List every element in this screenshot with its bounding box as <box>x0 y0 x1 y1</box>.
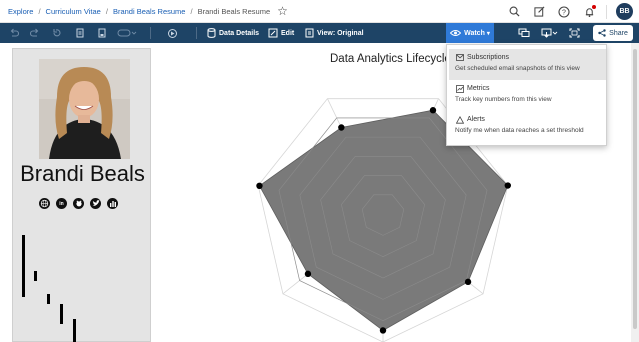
breadcrumb-separator: / <box>38 6 41 16</box>
help-icon[interactable]: ? <box>556 4 572 20</box>
radar-data-point[interactable] <box>464 278 472 286</box>
alert-triangle-icon <box>455 115 464 124</box>
watch-button[interactable]: Watch ▾ <box>446 23 494 43</box>
menu-item-description: Track key numbers from this view <box>455 96 552 103</box>
comments-icon[interactable] <box>518 23 530 43</box>
breadcrumb-curriculum-vitae[interactable]: Curriculum Vitae <box>46 7 101 16</box>
top-bar-actions: ? BB <box>506 3 633 20</box>
search-icon[interactable] <box>506 4 522 20</box>
view-toolbar: Data Details Edit View: Original Watch ▾… <box>0 23 639 43</box>
edit-label: Edit <box>281 29 295 37</box>
timeline-bar <box>60 304 63 324</box>
undo-icon[interactable] <box>9 23 19 43</box>
timeline-bar <box>73 319 76 342</box>
divider <box>150 27 151 39</box>
download-icon[interactable] <box>541 23 558 43</box>
breadcrumb-separator: / <box>105 6 108 16</box>
menu-item-description: Get scheduled email snapshots of this vi… <box>455 65 580 72</box>
divider <box>606 4 607 19</box>
timeline-bar <box>47 294 50 304</box>
eye-icon <box>450 30 462 36</box>
menu-item-metrics[interactable]: Metrics Track key numbers from this view <box>449 80 606 111</box>
menu-item-subscriptions[interactable]: Subscriptions Get scheduled email snapsh… <box>449 49 606 80</box>
edit-button[interactable]: Edit <box>268 23 294 43</box>
menu-item-alerts[interactable]: Alerts Notify me when data reaches a set… <box>449 111 606 142</box>
profile-photo <box>39 59 130 159</box>
breadcrumb-current-view: Brandi Beals Resume <box>197 6 271 16</box>
breadcrumb-workbook[interactable]: Brandi Beals Resume <box>113 7 186 16</box>
timeline-bar <box>22 235 25 297</box>
view-original-label: View: Original <box>317 29 364 37</box>
share-icon <box>598 29 606 37</box>
refresh-icon[interactable] <box>75 23 85 43</box>
radar-data-point[interactable] <box>256 182 263 190</box>
profile-name: Brandi Beals <box>20 161 145 186</box>
website-icon[interactable] <box>39 198 50 209</box>
menu-item-title: Metrics <box>467 85 490 92</box>
github-icon[interactable] <box>73 198 84 209</box>
timeline-bar <box>34 271 37 281</box>
menu-item-title: Subscriptions <box>467 54 510 61</box>
share-button[interactable]: Share <box>593 25 633 41</box>
vertical-scrollbar[interactable] <box>631 43 639 342</box>
svg-text:?: ? <box>562 9 566 16</box>
top-bar: Explore / Curriculum Vitae / Brandi Beal… <box>0 0 639 23</box>
revert-icon[interactable] <box>52 23 62 43</box>
user-avatar[interactable]: BB <box>616 3 633 20</box>
divider <box>196 27 197 39</box>
chevron-down-icon: ▾ <box>486 30 490 37</box>
menu-item-title: Alerts <box>467 116 485 123</box>
breadcrumb-separator: / <box>190 6 193 16</box>
menu-item-description: Notify me when data reaches a set thresh… <box>455 127 584 134</box>
share-label: Share <box>609 29 628 37</box>
pause-updates-icon[interactable] <box>97 23 107 43</box>
view-original-button[interactable]: View: Original <box>305 23 364 43</box>
envelope-icon <box>455 53 464 62</box>
social-links: in <box>39 198 118 209</box>
twitter-icon[interactable] <box>90 198 101 209</box>
watch-dropdown-menu: Subscriptions Get scheduled email snapsh… <box>446 44 607 146</box>
notification-badge <box>592 4 596 9</box>
view-icon <box>305 28 314 38</box>
radar-data-point[interactable] <box>504 182 511 189</box>
replay-animation-icon[interactable] <box>167 23 178 43</box>
tableau-public-icon[interactable] <box>107 198 118 209</box>
data-details-button[interactable]: Data Details <box>207 23 259 43</box>
full-screen-icon[interactable] <box>569 23 580 43</box>
radar-data-point[interactable] <box>379 327 387 334</box>
create-icon[interactable] <box>531 4 547 20</box>
metrics-icon <box>455 84 464 93</box>
linkedin-icon[interactable]: in <box>56 198 67 209</box>
watch-label: Watch <box>464 29 485 37</box>
database-icon <box>207 28 216 38</box>
profile-panel: Brandi Beals in <box>12 48 151 342</box>
toggle-icon[interactable] <box>117 23 137 43</box>
favorite-star-icon[interactable]: ☆ <box>277 5 288 17</box>
edit-icon <box>268 28 278 38</box>
redo-icon[interactable] <box>30 23 40 43</box>
notifications-bell-icon[interactable] <box>581 4 597 20</box>
radar-data-point[interactable] <box>304 270 312 278</box>
breadcrumb-explore[interactable]: Explore <box>8 7 33 16</box>
data-details-label: Data Details <box>219 29 260 37</box>
radar-data-point[interactable] <box>338 124 345 131</box>
radar-data-point[interactable] <box>429 107 437 114</box>
